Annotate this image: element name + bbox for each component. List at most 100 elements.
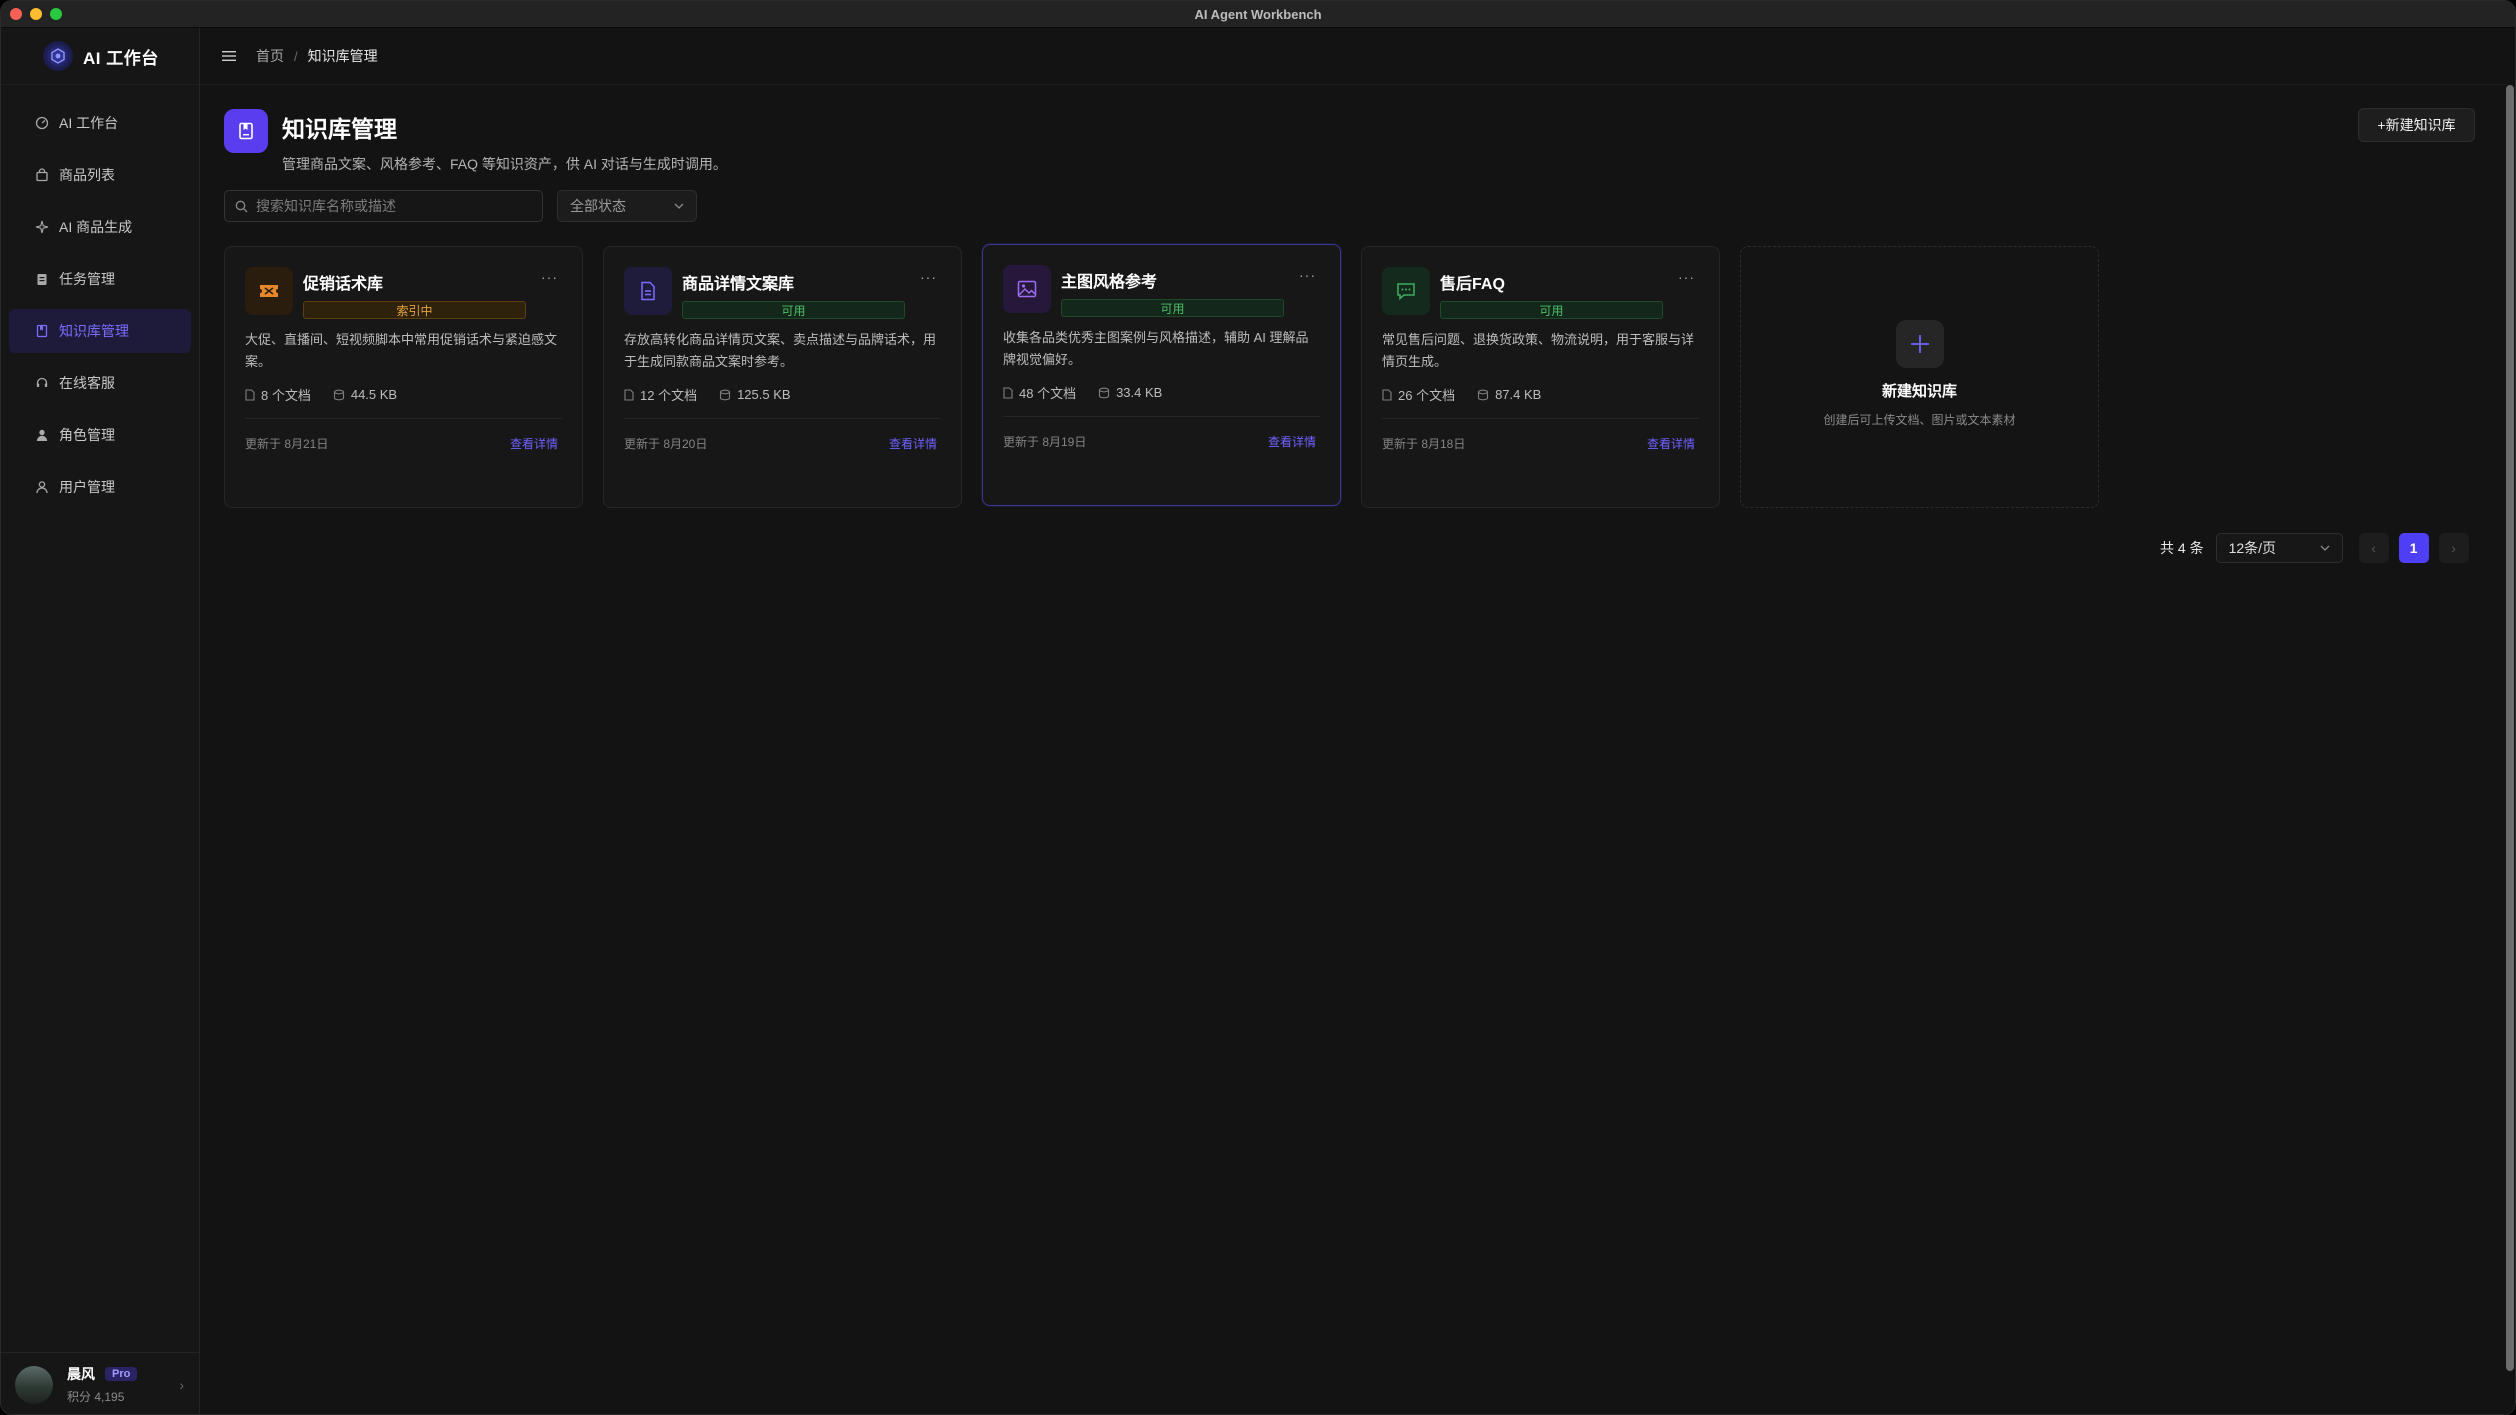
image-icon (1003, 265, 1051, 313)
card-title-wrap: 主图风格参考 可用 (1061, 265, 1320, 317)
updated-date: 更新于 8月21日 (245, 437, 329, 451)
sidebar-item-label: 用户管理 (59, 479, 115, 495)
top-bar: 首页 / 知识库管理 (200, 28, 2506, 85)
card-stats: 8 个文档 44.5 KB (245, 385, 562, 404)
new-knowledge-base-card[interactable]: 新建知识库 创建后可上传文档、图片或文本素材 (1740, 246, 2099, 508)
updated-date: 更新于 8月18日 (1382, 437, 1466, 451)
doc-count-value: 26 个文档 (1398, 388, 1456, 403)
card-header: 商品详情文案库 可用 (624, 267, 941, 319)
knowledge-base-cards: 促销话术库 索引中 ··· 大促、直播间、短视频脚本中常用促销话术与紧迫感文案。… (224, 244, 2099, 508)
page-number-button[interactable]: 1 (2398, 533, 2429, 563)
knowledge-base-card[interactable]: 商品详情文案库 可用 ··· 存放高转化商品详情页文案、卖点描述与品牌话术，用于… (603, 246, 962, 508)
close-window-button[interactable] (10, 8, 22, 20)
sidebar-item-label: 商品列表 (59, 167, 115, 183)
avatar (15, 1365, 53, 1404)
chevron-right-icon[interactable]: › (179, 1377, 184, 1393)
book-icon (33, 322, 51, 340)
status-filter-select[interactable]: 全部状态 (557, 190, 697, 222)
scrollbar[interactable] (2506, 85, 2514, 1371)
view-details-link[interactable]: 查看详情 (1268, 433, 1316, 450)
sidebar-item-products[interactable]: 商品列表 (9, 153, 191, 197)
search-box[interactable] (224, 190, 543, 222)
total-count: 共 4 条 (2160, 540, 2204, 556)
sidebar-nav: AI 工作台 商品列表 AI 商品生成 任务管理 知识库管理 在线客服 角色管理… (1, 85, 199, 525)
sidebar-item-ai-workbench[interactable]: AI 工作台 (9, 101, 191, 145)
new-card-title: 新建知识库 (1881, 383, 1957, 400)
card-description: 存放高转化商品详情页文案、卖点描述与品牌话术，用于生成同款商品文案时参考。 (624, 332, 937, 369)
card-footer: 更新于 8月18日 查看详情 (1382, 435, 1695, 452)
sidebar-item-roles[interactable]: 角色管理 (9, 413, 191, 457)
sidebar-item-label: AI 工作台 (59, 115, 119, 131)
user-profile[interactable]: 晨风 Pro 积分 4,195 › (1, 1352, 200, 1414)
more-options-icon[interactable]: ··· (1299, 267, 1316, 283)
sidebar-item-ai-product-gen[interactable]: AI 商品生成 (9, 205, 191, 249)
card-title: 商品详情文案库 (682, 276, 795, 293)
sidebar-item-label: 知识库管理 (59, 323, 129, 339)
more-options-icon[interactable]: ··· (920, 269, 937, 285)
sidebar-item-tasks[interactable]: 任务管理 (9, 257, 191, 301)
card-stats: 48 个文档 33.4 KB (1003, 383, 1320, 402)
knowledge-base-card[interactable]: 促销话术库 索引中 ··· 大促、直播间、短视频脚本中常用促销话术与紧迫感文案。… (224, 246, 583, 508)
user-points: 积分 4,195 (67, 1390, 125, 1404)
card-divider (1003, 416, 1320, 417)
sidebar-item-users[interactable]: 用户管理 (9, 465, 191, 509)
sidebar-item-label: 角色管理 (59, 427, 115, 443)
card-title: 促销话术库 (303, 276, 384, 293)
card-description: 大促、直播间、短视频脚本中常用促销话术与紧迫感文案。 (245, 332, 558, 369)
view-details-link[interactable]: 查看详情 (1647, 435, 1695, 452)
sidebar-item-label: AI 商品生成 (59, 219, 133, 235)
sidebar-item-online-service[interactable]: 在线客服 (9, 361, 191, 405)
title-bar: AI Agent Workbench (1, 1, 2515, 28)
prev-page-button[interactable]: ‹ (2358, 533, 2389, 563)
card-description: 常见售后问题、退换货政策、物流说明，用于客服与详情页生成。 (1382, 332, 1695, 369)
card-stats: 12 个文档 125.5 KB (624, 385, 941, 404)
headset-icon (33, 374, 51, 392)
storage-size: 33.4 KB (1098, 385, 1162, 400)
next-page-button[interactable]: › (2438, 533, 2469, 563)
page-title: 知识库管理 (282, 116, 397, 142)
app-window: AI Agent Workbench AI 工作台 AI 工作台 商品列表 AI… (0, 0, 2516, 1415)
menu-toggle-icon[interactable] (222, 47, 240, 65)
doc-count-value: 8 个文档 (261, 388, 311, 403)
knowledge-base-icon (224, 109, 268, 153)
brand-name: AI 工作台 (83, 48, 159, 68)
file-icon (624, 388, 634, 401)
doc-count-value: 12 个文档 (640, 388, 698, 403)
user-name: 晨风 (67, 1366, 95, 1382)
card-description: 收集各品类优秀主图案例与风格描述，辅助 AI 理解品牌视觉偏好。 (1003, 330, 1309, 367)
plus-icon (1895, 320, 1944, 368)
view-details-link[interactable]: 查看详情 (510, 435, 558, 452)
knowledge-base-card[interactable]: 售后FAQ 可用 ··· 常见售后问题、退换货政策、物流说明，用于客服与详情页生… (1361, 246, 1720, 508)
new-knowledge-base-button[interactable]: +新建知识库 (2358, 108, 2475, 142)
chat-icon (1382, 267, 1430, 315)
card-title-wrap: 商品详情文案库 可用 (682, 267, 941, 319)
window-controls (10, 8, 62, 20)
chevron-down-icon (674, 203, 684, 209)
new-card-subtitle: 创建后可上传文档、图片或文本素材 (1823, 413, 2016, 427)
card-footer: 更新于 8月21日 查看详情 (245, 435, 558, 452)
knowledge-base-card[interactable]: 主图风格参考 可用 ··· 收集各品类优秀主图案例与风格描述，辅助 AI 理解品… (982, 244, 1341, 506)
file-icon (1003, 386, 1013, 399)
page-heading-text: 知识库管理 管理商品文案、风格参考、FAQ 等知识资产，供 AI 对话与生成时调… (282, 109, 727, 174)
ticket-icon (245, 267, 293, 315)
sidebar-item-knowledge-base[interactable]: 知识库管理 (9, 309, 191, 353)
card-footer: 更新于 8月20日 查看详情 (624, 435, 937, 452)
breadcrumb-home[interactable]: 首页 (256, 46, 284, 66)
storage-size: 125.5 KB (719, 387, 791, 402)
card-header: 售后FAQ 可用 (1382, 267, 1699, 319)
user-role-icon (33, 426, 51, 444)
page-size-select[interactable]: 12条/页 (2215, 533, 2343, 563)
status-badge: 索引中 (303, 301, 526, 319)
card-title-wrap: 售后FAQ 可用 (1440, 267, 1699, 319)
more-options-icon[interactable]: ··· (541, 269, 558, 285)
zoom-window-button[interactable] (50, 8, 62, 20)
user-info: 晨风 Pro 积分 4,195 (67, 1364, 138, 1405)
database-icon (1477, 389, 1489, 401)
more-options-icon[interactable]: ··· (1678, 269, 1695, 285)
search-icon (235, 200, 248, 213)
card-title: 主图风格参考 (1061, 274, 1158, 291)
view-details-link[interactable]: 查看详情 (889, 435, 937, 452)
minimize-window-button[interactable] (30, 8, 42, 20)
search-input[interactable] (256, 198, 536, 214)
brand[interactable]: AI 工作台 (1, 28, 199, 85)
